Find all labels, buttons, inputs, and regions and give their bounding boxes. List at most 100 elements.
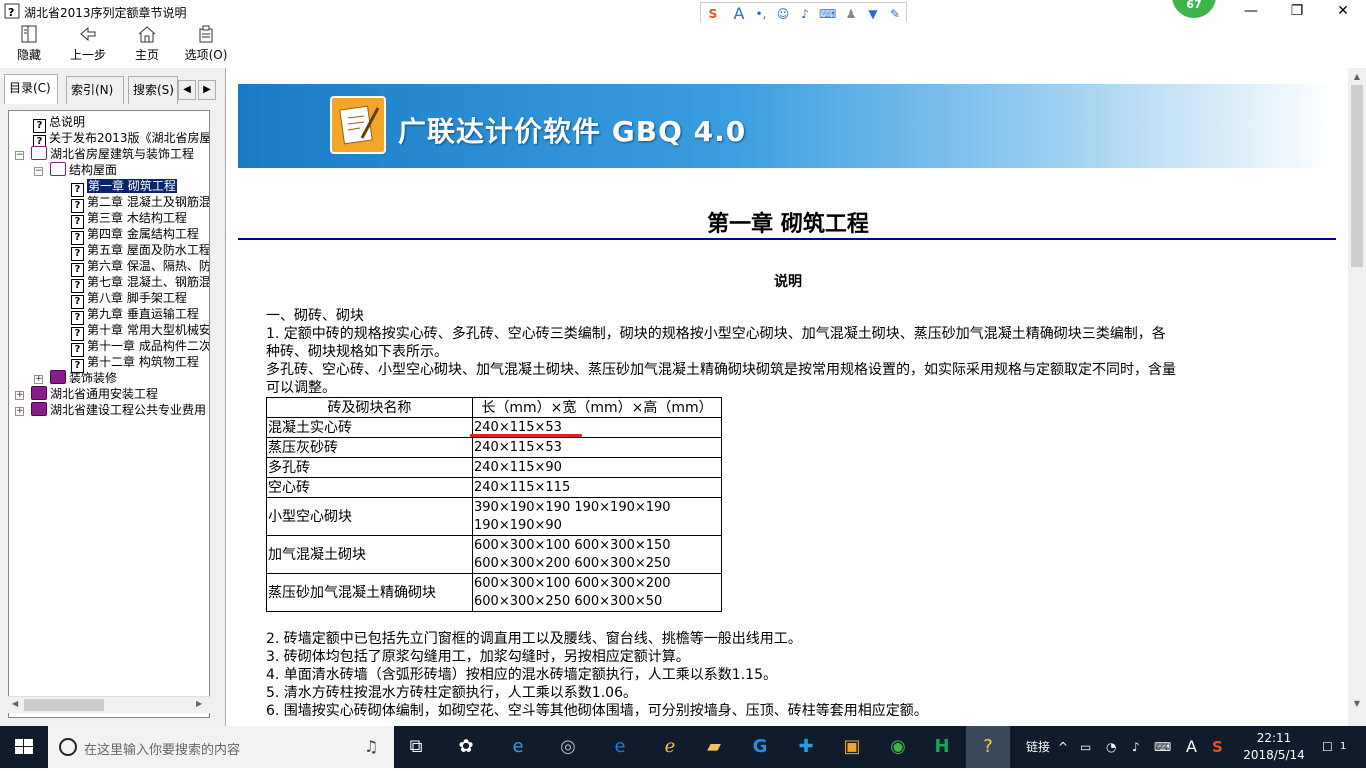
tree-item[interactable]: 湖北省通用安装工程 <box>31 386 158 402</box>
taskbar-search-box[interactable]: 在这里输入你要搜索的内容 ♫ <box>48 726 394 768</box>
tree-item[interactable]: ? 总说明 <box>33 114 85 133</box>
tree-item[interactable]: 湖北省房屋建筑与装饰工程 <box>31 146 194 162</box>
tree-item[interactable]: ? 第六章 保温、隔热、防 <box>71 258 209 277</box>
tab-scroll-right-icon[interactable]: ▶ <box>198 80 216 100</box>
plus-app-icon[interactable]: ✚ <box>784 726 828 768</box>
tab-contents[interactable]: 目录(C) <box>4 74 58 104</box>
expand-icon[interactable]: + <box>34 375 43 384</box>
tree-item[interactable]: ? 第三章 木结构工程 <box>71 210 187 229</box>
tree-item[interactable]: ? 关于发布2013版《湖北省房屋 <box>33 130 209 149</box>
tree-item[interactable]: ? 第四章 金属结构工程 <box>71 226 199 245</box>
font-icon[interactable]: A <box>731 6 747 22</box>
tree-item[interactable]: 结构屋面 <box>50 162 117 178</box>
close-button[interactable]: ✕ <box>1320 0 1366 22</box>
edge-browser-icon[interactable]: e <box>496 726 540 768</box>
glodon-g-icon[interactable]: G <box>738 726 782 768</box>
tray-chevron-icon[interactable]: ^ <box>1058 726 1068 768</box>
tree-horizontal-scrollbar[interactable]: ◀ ▶ <box>8 696 210 713</box>
pinwheel-app-icon[interactable]: ✿ <box>444 726 488 768</box>
expand-icon[interactable]: + <box>15 391 24 400</box>
brick-spec-table: 砖及砌块名称 长（mm）×宽（mm）×高（mm） 混凝土实心砖 240×115×… <box>266 397 722 612</box>
shirt-icon[interactable]: ▼ <box>865 6 881 22</box>
tree-item[interactable]: ? 第九章 垂直运输工程 <box>71 306 199 325</box>
scroll-thumb[interactable] <box>24 699 104 711</box>
paragraph-text: 种砖、砌块规格如下表所示。 <box>266 344 448 360</box>
tree-item[interactable]: ? 第八章 脚手架工程 <box>71 290 187 309</box>
tree-item[interactable]: ? 第二章 混凝土及钢筋混 <box>71 194 209 213</box>
content-vertical-scrollbar[interactable]: ▲ ▼ <box>1348 68 1366 726</box>
punct-icon[interactable]: •, <box>753 6 769 22</box>
table-cell: 蒸压砂加气混凝土精确砌块 <box>266 573 473 612</box>
tab-scroll-left-icon[interactable]: ◀ <box>178 80 196 100</box>
green-h-app-icon[interactable]: H <box>920 726 964 768</box>
scroll-down-icon[interactable]: ▼ <box>1348 695 1366 712</box>
action-center-icon[interactable]: ☐ <box>1322 726 1333 768</box>
scroll-left-icon[interactable]: ◀ <box>12 699 18 708</box>
wrench-icon[interactable]: ✎ <box>887 6 903 22</box>
collapse-icon[interactable]: − <box>34 167 43 176</box>
collapse-icon[interactable]: − <box>15 151 24 160</box>
open-book-icon <box>50 162 66 176</box>
paragraph-heading: 一、砌砖、砌块 <box>266 308 364 324</box>
table-cell: 600×300×100 600×300×150 600×300×200 600×3… <box>472 535 722 574</box>
tree-item-selected[interactable]: ? 第一章 砌筑工程 <box>71 178 177 197</box>
notification-badge[interactable]: 67 <box>1172 0 1216 18</box>
edge-new-icon[interactable]: e <box>598 726 642 768</box>
navigation-pane: 目录(C) 索引(N) 搜索(S) ◀ ▶ ? 总说明 ? 关于发布2013版《湖北… <box>0 68 226 726</box>
tree-item[interactable]: ? 第十二章 构筑物工程 <box>71 354 199 373</box>
table-cell: 小型空心砌块 <box>266 497 473 536</box>
expand-icon[interactable]: + <box>15 407 24 416</box>
home-button[interactable]: 主页 <box>132 24 162 63</box>
start-button[interactable] <box>0 726 48 768</box>
ime-mode-indicator[interactable]: A <box>1186 726 1197 768</box>
back-button[interactable]: 上一步 <box>68 24 108 63</box>
scroll-right-icon[interactable]: ▶ <box>196 699 202 708</box>
tray-link-label[interactable]: 链接 <box>1026 726 1050 768</box>
microphone-icon[interactable]: ♫ <box>364 737 378 756</box>
tree-item[interactable]: 装饰装修 <box>50 370 117 386</box>
gbq-app-icon[interactable]: ▣ <box>830 726 874 768</box>
search-placeholder: 在这里输入你要搜索的内容 <box>84 743 241 758</box>
scroll-up-icon[interactable]: ▲ <box>1348 68 1366 85</box>
table-cell: 240×115×90 <box>472 457 722 478</box>
taskbar: 在这里输入你要搜索的内容 ♫ ⧉ ✿ e ◎ e ℯ ▰ G ✚ ▣ ◉ H ?… <box>0 726 1366 768</box>
sogou-tray-icon[interactable]: S <box>1212 726 1223 768</box>
divider <box>238 238 1336 240</box>
tree-item[interactable]: ? 第五章 屋面及防水工程 <box>71 242 209 261</box>
clock-date: 2018/5/14 <box>1243 748 1305 762</box>
wifi-icon[interactable]: ◔ <box>1106 726 1116 768</box>
network-icon[interactable]: ▭ <box>1080 726 1091 768</box>
tab-search[interactable]: 搜索(S) <box>128 76 178 104</box>
tree-item[interactable]: ? 第七章 混凝土、钢筋混 <box>71 274 209 293</box>
banner: 广联达计价软件 GBQ 4.0 <box>238 84 1336 168</box>
keyboard-icon[interactable]: ⌨ <box>819 6 836 22</box>
mic-icon[interactable]: ♪ <box>797 6 813 22</box>
file-explorer-icon[interactable]: ▰ <box>692 726 736 768</box>
table-row: 空心砖 240×115×115 <box>266 477 722 498</box>
table-cell: 240×115×53 <box>472 437 722 458</box>
notification-count: 1 <box>1340 741 1347 752</box>
tree-item[interactable]: ? 第十一章 成品构件二次 <box>71 338 209 357</box>
hide-button[interactable]: 隐藏 <box>14 24 44 63</box>
task-view-icon[interactable]: ⧉ <box>394 726 438 768</box>
restore-button[interactable]: ❐ <box>1274 0 1320 22</box>
sogou-icon[interactable]: S <box>705 6 721 22</box>
tree-item[interactable]: 湖北省建设工程公共专业费用 <box>31 402 206 418</box>
table-header-row: 砖及砌块名称 长（mm）×宽（mm）×高（mm） <box>266 397 722 418</box>
keyboard-tray-icon[interactable]: ⌨ <box>1154 726 1171 768</box>
tree-item[interactable]: ? 第十章 常用大型机械安 <box>71 322 209 341</box>
tab-index[interactable]: 索引(N) <box>66 76 124 104</box>
minimize-button[interactable]: — <box>1228 0 1274 22</box>
help-app-icon: ? <box>4 3 20 19</box>
swirl-app-icon[interactable]: ◎ <box>546 726 590 768</box>
360-browser-icon[interactable]: ◉ <box>876 726 920 768</box>
volume-icon[interactable]: ♪ <box>1132 726 1140 768</box>
svg-text:?: ? <box>8 6 14 19</box>
options-button[interactable]: 选项(O) <box>184 24 228 63</box>
emoji-icon[interactable]: ☺ <box>775 6 791 22</box>
internet-explorer-icon[interactable]: ℯ <box>648 726 692 768</box>
clock[interactable]: 22:11 2018/5/14 <box>1236 730 1312 764</box>
scroll-thumb[interactable] <box>1351 85 1363 267</box>
user-icon[interactable]: ♟ <box>843 6 859 22</box>
help-viewer-taskbar-icon[interactable]: ? <box>966 726 1010 768</box>
